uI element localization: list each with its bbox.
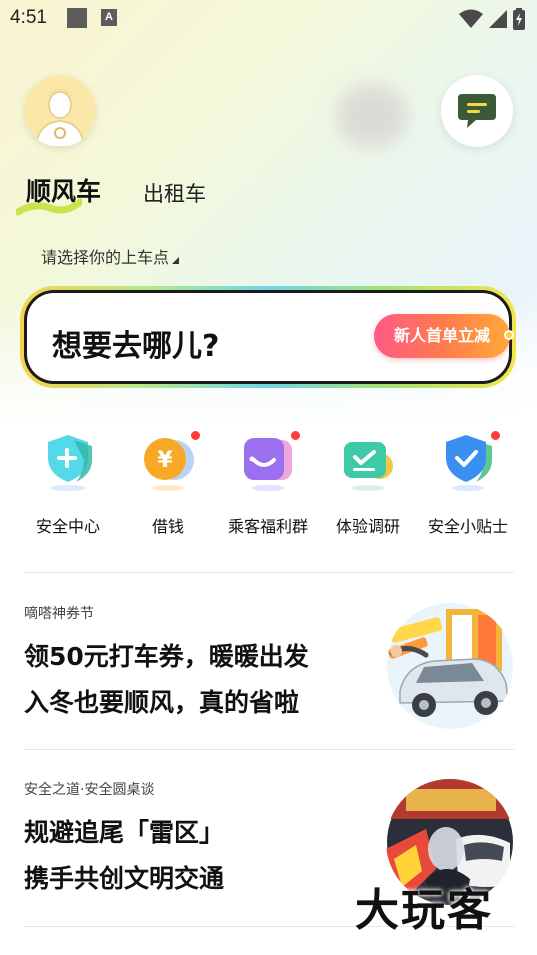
service-label: 体验调研: [335, 517, 400, 536]
benefit-badge-dot: [291, 431, 300, 440]
article-title-line2: 携手共创文明交通: [24, 864, 225, 893]
coupon-festival-image: [387, 603, 513, 729]
destination-placeholder: 想要去哪儿?: [52, 329, 220, 364]
loan-badge-dot: [191, 431, 200, 440]
service-loan[interactable]: ¥ 借钱: [118, 430, 218, 540]
article-tag: 嘀嗒神券节: [24, 606, 94, 622]
divider: [24, 572, 514, 573]
article-title-line2: 入冬也要顺风，真的省啦: [24, 688, 300, 717]
service-grid: 安全中心 ¥ 借钱 乘客福利群 体验调研 安全小贴士: [18, 430, 518, 540]
safety-tips-icon: [446, 435, 492, 491]
divider: [24, 749, 514, 750]
dropdown-corner-icon: [172, 257, 180, 264]
service-safety-tips[interactable]: 安全小贴士: [418, 430, 518, 540]
tab-shunfengche[interactable]: 顺风车: [26, 172, 101, 208]
user-avatar-button[interactable]: [24, 75, 96, 147]
status-time: 4:51: [10, 7, 47, 28]
tab-taxi[interactable]: 出租车: [143, 178, 206, 208]
loan-icon: ¥: [144, 438, 194, 491]
message-icon: [458, 94, 496, 128]
pickup-point-selector[interactable]: 请选择你的上车点: [41, 244, 180, 268]
service-label: 安全中心: [35, 517, 100, 536]
wifi-icon: [459, 9, 483, 28]
status-icons: [459, 8, 525, 30]
article-tag: 安全之道·安全圆桌谈: [24, 782, 155, 798]
watermark-logo: 大玩客: [355, 885, 493, 936]
signal-icon: [489, 10, 507, 28]
service-label: 安全小贴士: [427, 517, 508, 536]
promo-dot: [504, 330, 514, 340]
service-benefit-group[interactable]: 乘客福利群: [218, 430, 318, 540]
avatar-icon: [24, 75, 96, 147]
service-label: 借钱: [151, 517, 184, 536]
safety-tips-badge-dot: [491, 431, 500, 440]
service-label: 乘客福利群: [227, 517, 308, 536]
blurred-decoration: [336, 84, 408, 148]
survey-icon: [344, 442, 393, 491]
article-title-line1: 领50元打车券，暖暖出发: [24, 642, 309, 671]
svg-text:¥: ¥: [157, 448, 173, 473]
service-safety-center[interactable]: 安全中心: [18, 430, 118, 540]
promo-label: 新人首单立减: [393, 326, 490, 345]
battery-icon: [513, 8, 525, 30]
new-user-promo-badge[interactable]: 新人首单立减: [374, 314, 514, 358]
article-card-coupon[interactable]: 嘀嗒神券节 领50元打车券，暖暖出发 入冬也要顺风，真的省啦: [24, 603, 514, 753]
destination-search-box[interactable]: 想要去哪儿? 新人首单立减: [27, 293, 514, 381]
notification-a-icon: A: [101, 9, 117, 26]
safety-center-icon: [48, 435, 92, 491]
destination-search-border: 想要去哪儿? 新人首单立减: [24, 290, 514, 384]
messages-button[interactable]: [441, 75, 513, 147]
service-survey[interactable]: 体验调研: [318, 430, 418, 540]
article-title-line1: 规避追尾「雷区」: [24, 818, 225, 847]
pickup-point-label: 请选择你的上车点: [41, 248, 170, 267]
status-bar: 4:51 A: [0, 0, 537, 36]
destination-search-frame[interactable]: 想要去哪儿? 新人首单立减: [20, 286, 516, 388]
benefit-group-icon: [244, 438, 292, 491]
notification-square-icon: [67, 8, 87, 28]
